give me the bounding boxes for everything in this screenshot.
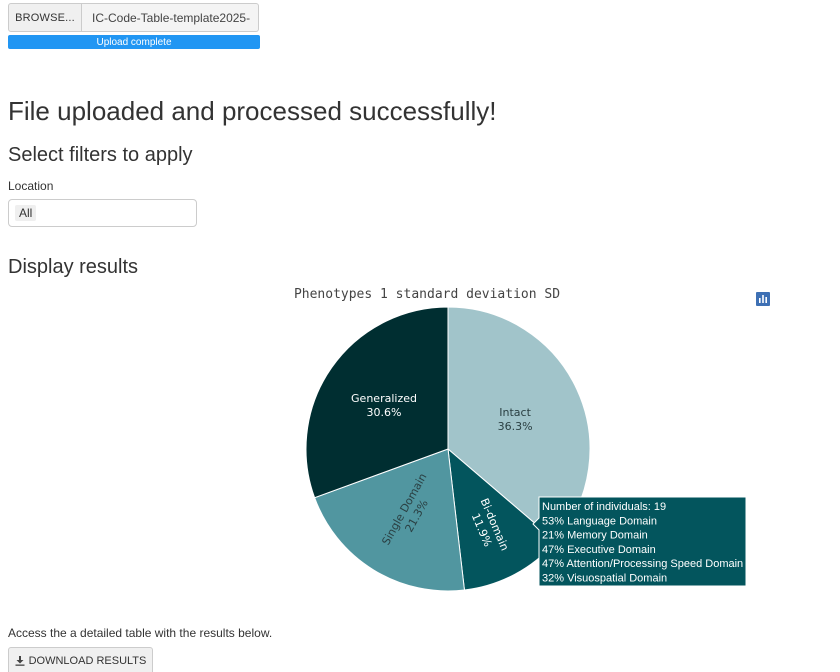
- slice-label-percent: 30.6%: [367, 406, 402, 419]
- upload-progress-label: Upload complete: [96, 36, 172, 48]
- tooltip-line: 21% Memory Domain: [542, 530, 648, 542]
- tooltip-line: 53% Language Domain: [542, 515, 657, 527]
- filters-heading: Select filters to apply: [8, 144, 193, 166]
- file-upload: BROWSE... IC-Code-Table-template2025-: [8, 3, 259, 32]
- plotly-logo-icon[interactable]: [756, 292, 828, 306]
- download-label: DOWNLOAD RESULTS: [28, 655, 147, 667]
- location-select[interactable]: All: [8, 199, 197, 227]
- upload-progress-bar: Upload complete: [8, 35, 260, 49]
- tooltip-line: 32% Visuospatial Domain: [542, 573, 667, 585]
- success-heading: File uploaded and processed successfully…: [8, 96, 497, 126]
- access-text: Access the a detailed table with the res…: [8, 626, 273, 640]
- browse-button[interactable]: BROWSE...: [8, 3, 82, 32]
- app-page: BROWSE... IC-Code-Table-template2025- Up…: [0, 0, 840, 672]
- chart-modebar: [756, 292, 828, 306]
- tooltip-line: 47% Attention/Processing Speed Domain: [542, 558, 743, 570]
- location-label: Location: [8, 179, 54, 193]
- pie-chart: Phenotypes 1 standard deviation SD Intac…: [20, 288, 832, 626]
- tooltip-line: Number of individuals: 19: [542, 501, 666, 513]
- slice-label-name: Generalized: [351, 392, 417, 405]
- download-results-button[interactable]: DOWNLOAD RESULTS: [8, 647, 153, 672]
- slice-label-group: Intact36.3%: [498, 406, 533, 433]
- slice-label-percent: 36.3%: [498, 420, 533, 433]
- chart-title: Phenotypes 1 standard deviation SD: [294, 288, 560, 302]
- download-icon: [15, 656, 25, 666]
- tooltip-line: 47% Executive Domain: [542, 544, 656, 556]
- file-name-field: IC-Code-Table-template2025-: [82, 3, 259, 32]
- results-heading: Display results: [8, 256, 139, 278]
- pie-chart-svg: Phenotypes 1 standard deviation SD Intac…: [294, 288, 747, 592]
- location-selected-chip[interactable]: All: [15, 205, 37, 221]
- slice-label-name: Intact: [499, 406, 531, 419]
- tag-icon[interactable]: [757, 292, 802, 306]
